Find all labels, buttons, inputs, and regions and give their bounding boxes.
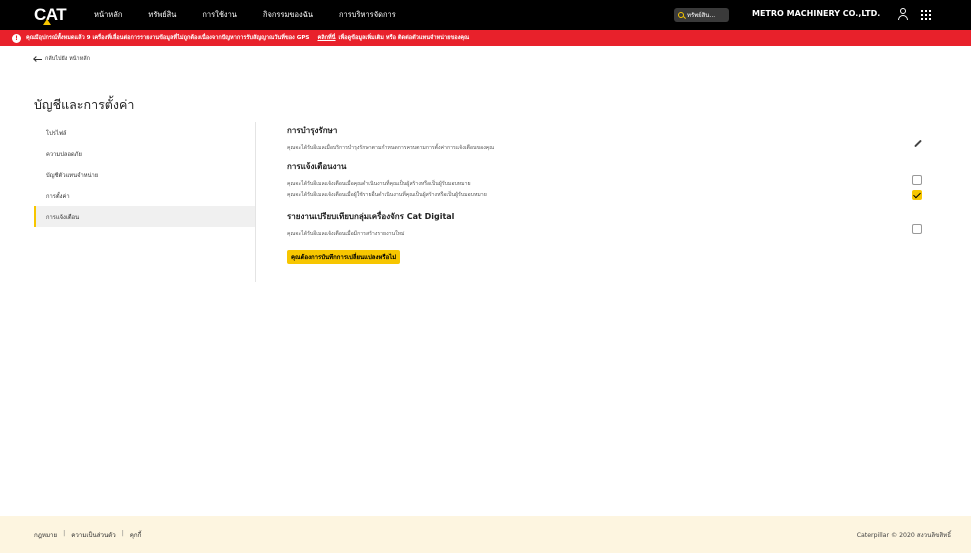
save-changes-button[interactable]: คุณต้องการบันทึกการเปลี่ยนแปลงหรือไม่ [287,250,401,264]
gps-alert-banner: ! คุณมีอุปกรณ์ทั้งหมดแล้ว 9 เครื่องที่เล… [0,30,971,46]
footer-link-privacy[interactable]: ความเป็นส่วนตัว [71,530,115,540]
back-to-home-link[interactable]: กลับไปยัง หน้าหลัก [34,55,90,63]
nav-usage[interactable]: การใช้งาน [202,9,237,21]
app-grid-icon[interactable] [921,10,931,20]
footer-link-legal[interactable]: กฎหมาย [34,530,57,540]
work-alert-own-checkbox[interactable] [912,175,922,185]
back-arrow-icon [34,58,42,60]
sidebar-item-security[interactable]: ความปลอดภัย [34,143,255,164]
sidebar-item-settings[interactable]: การตั้งค่า [34,185,255,206]
maintenance-title: การบำรุงรักษา [287,126,338,135]
maintenance-desc: คุณจะได้รับอีเมลเมื่อบริการบำรุงรักษาตาม… [287,145,495,151]
work-alert-others-checkbox[interactable] [912,190,922,200]
alert-link[interactable]: คลิกที่นี่ [317,34,335,42]
footer-separator: | [121,530,124,537]
fleet-report-title: รายงานเปรียบเทียบกลุ่มเครื่องจักร Cat Di… [287,212,455,221]
work-alerts-title: การแจ้งเตือนงาน [287,162,347,171]
company-name[interactable]: METRO MACHINERY CO.,LTD. [752,9,880,18]
search-icon [678,12,684,18]
back-link-label: กลับไปยัง หน้าหลัก [45,56,90,62]
alert-icon: ! [12,33,21,43]
top-navigation-bar: CAT หน้าหลัก ทรัพย์สิน การใช้งาน กิจกรรม… [0,0,971,30]
logo-triangle [43,19,51,25]
user-icon[interactable] [897,8,909,21]
main-nav: หน้าหลัก ทรัพย์สิน การใช้งาน กิจกรรมของฉ… [94,0,422,30]
alert-message: คุณมีอุปกรณ์ทั้งหมดแล้ว 9 เครื่องที่เลื่… [26,35,310,41]
nav-home[interactable]: หน้าหลัก [94,9,122,21]
work-alerts-section: การแจ้งเตือนงาน คุณจะได้รับอีเมลแจ้งเตือ… [287,160,487,199]
footer-link-cookies[interactable]: คุกกี้ [130,530,142,540]
nav-management[interactable]: การบริหารจัดการ [339,9,396,21]
work-alerts-desc-2: คุณจะได้รับอีเมลแจ้งเตือนเมื่อผู้ใช้รายอ… [287,192,487,198]
maintenance-section: การบำรุงรักษา คุณจะได้รับอีเมลเมื่อบริกา… [287,124,494,152]
page-title: บัญชีและการตั้งค่า [34,97,135,112]
alert-tail: เพื่อดูข้อมูลเพิ่มเติม หรือ ติดต่อตัวแทน… [338,35,470,41]
fleet-report-section: รายงานเปรียบเทียบกลุ่มเครื่องจักร Cat Di… [287,210,454,238]
footer-separator: | [63,530,66,537]
footer-links: กฎหมาย | ความเป็นส่วนตัว | คุกกี้ [34,530,141,540]
copyright-text: Caterpillar © 2020 สงวนลิขสิทธิ์ [856,532,951,539]
sidebar-item-dealer-account[interactable]: บัญชีตัวแทนจำหน่าย [34,164,255,185]
fleet-report-checkbox[interactable] [912,224,922,234]
fleet-report-desc: คุณจะได้รับอีเมลแจ้งเตือนเมื่อมีการสร้าง… [287,231,405,237]
edit-pencil-icon[interactable] [914,139,922,148]
settings-sidebar: โปรไฟล์ ความปลอดภัย บัญชีตัวแทนจำหน่าย ก… [34,122,256,282]
search-label: ทรัพย์สิน... [687,12,716,19]
sidebar-item-profile[interactable]: โปรไฟล์ [34,122,255,143]
sidebar-item-notifications[interactable]: การแจ้งเตือน [34,206,255,227]
nav-assets[interactable]: ทรัพย์สิน [148,9,176,21]
asset-search-box[interactable]: ทรัพย์สิน... [674,8,729,22]
nav-my-activities[interactable]: กิจกรรมของฉัน [263,9,313,21]
work-alerts-desc-1: คุณจะได้รับอีเมลแจ้งเตือนเมื่อคุณดำเนินง… [287,181,471,187]
footer: กฎหมาย | ความเป็นส่วนตัว | คุกกี้ Caterp… [0,516,971,553]
cat-logo[interactable]: CAT [34,5,67,25]
